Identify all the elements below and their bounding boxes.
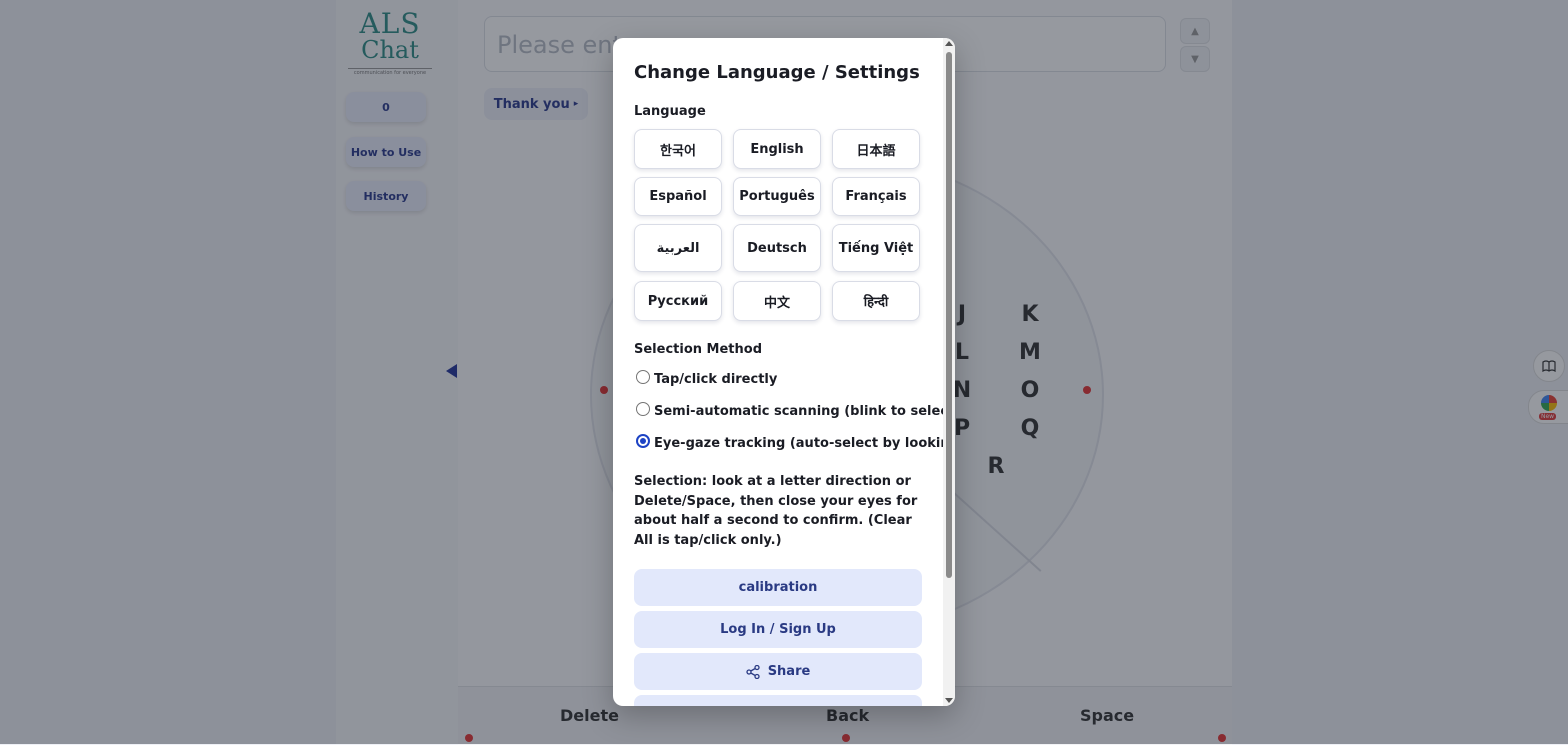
language-option-korean[interactable]: 한국어	[634, 129, 722, 169]
share-button[interactable]: Share	[634, 653, 922, 690]
language-option-arabic[interactable]: العربية	[634, 224, 722, 272]
language-option-chinese[interactable]: 中文	[733, 281, 821, 321]
scroll-thumb[interactable]	[946, 52, 952, 578]
language-option-german[interactable]: Deutsch	[733, 224, 821, 272]
method-eye-gaze-option[interactable]: Eye-gaze tracking (auto-select by lookin…	[636, 433, 955, 451]
scroll-down-icon[interactable]	[945, 698, 953, 703]
language-option-portuguese[interactable]: Português	[733, 177, 821, 216]
selection-instructions: Selection: look at a letter direction or…	[634, 474, 918, 548]
calibration-button[interactable]: calibration	[634, 569, 922, 606]
language-option-russian[interactable]: Русский	[634, 281, 722, 321]
language-option-japanese[interactable]: 日本語	[832, 129, 920, 169]
selection-method-label: Selection Method	[634, 342, 763, 357]
method-eye-gaze-label: Eye-gaze tracking (auto-select by lookin…	[654, 436, 955, 451]
settings-modal: Change Language / Settings Language 한국어 …	[613, 38, 955, 706]
modal-scrollbar[interactable]	[943, 38, 955, 706]
share-icon	[746, 664, 760, 679]
share-label: Share	[767, 664, 811, 679]
method-scanning-option[interactable]: Semi-automatic scanning (blink to select…	[636, 401, 955, 419]
radio-button[interactable]	[636, 401, 650, 416]
radio-button-selected[interactable]	[636, 433, 650, 448]
language-option-english[interactable]: English	[733, 129, 821, 169]
method-scanning-label: Semi-automatic scanning (blink to select…	[654, 404, 955, 419]
method-tap-option[interactable]: Tap/click directly	[636, 369, 778, 387]
modal-title: Change Language / Settings	[634, 62, 920, 83]
login-signup-button[interactable]: Log In / Sign Up	[634, 611, 922, 648]
language-option-hindi[interactable]: हिन्दी	[832, 281, 920, 321]
method-tap-label: Tap/click directly	[654, 372, 778, 387]
language-option-vietnamese[interactable]: Tiếng Việt	[832, 224, 920, 272]
radio-button[interactable]	[636, 369, 650, 384]
language-option-spanish[interactable]: Español	[634, 177, 722, 216]
language-label: Language	[634, 104, 706, 119]
language-option-french[interactable]: Français	[832, 177, 920, 216]
more-button-partial[interactable]	[634, 695, 922, 706]
scroll-up-icon[interactable]	[945, 41, 953, 46]
